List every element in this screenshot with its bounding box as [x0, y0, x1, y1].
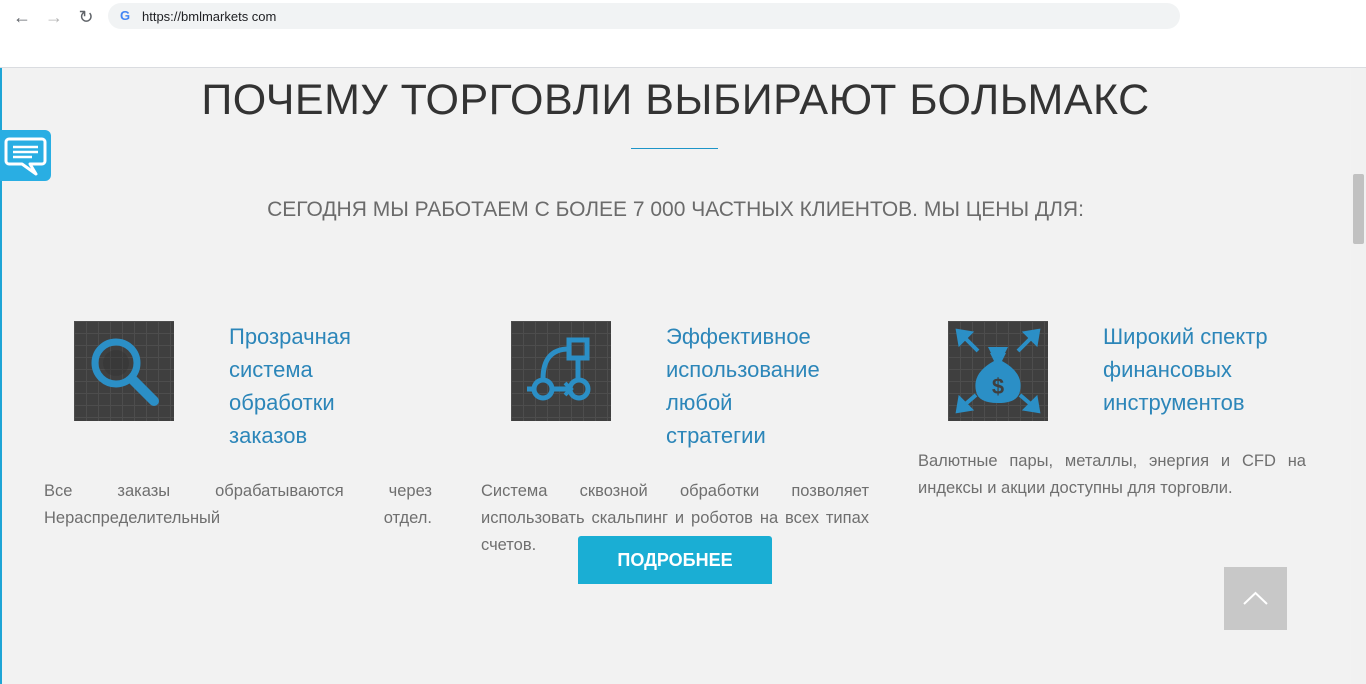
feature-card-transparent: Прозрачная система обработки заказов Все…	[44, 320, 434, 620]
scroll-to-top-button[interactable]	[1224, 567, 1287, 630]
reload-icon[interactable]: ↻	[74, 5, 98, 29]
chat-icon	[4, 137, 47, 176]
url-text[interactable]: https://bmlmarkets com	[142, 9, 276, 24]
scrollbar-thumb[interactable]	[1353, 174, 1364, 244]
feature-title: Широкий спектр финансовых инструментов	[1103, 324, 1268, 415]
browser-toolbar: ← → ↻ G https://bmlmarkets com	[0, 0, 1366, 68]
page-title: ПОЧЕМУ ТОРГОВЛИ ВЫБИРАЮТ БОЛЬМАКС	[201, 76, 1150, 124]
scrollbar[interactable]	[1351, 68, 1366, 684]
google-icon: G	[120, 8, 131, 23]
flowchart-icon	[511, 321, 611, 421]
feature-text-3: Валютные пары, металлы, энергия и CFD на…	[918, 452, 1306, 497]
feature-title: Эффективное использование любой стратеги…	[666, 324, 820, 448]
chat-button[interactable]	[0, 130, 51, 181]
page-content: ПОЧЕМУ ТОРГОВЛИ ВЫБИРАЮТ БОЛЬМАКС СЕГОДН…	[0, 68, 1351, 684]
feature-title: Прозрачная система обработки заказов	[229, 324, 351, 448]
back-icon[interactable]: ←	[10, 5, 34, 29]
page-subtitle: СЕГОДНЯ МЫ РАБОТАЕМ С БОЛЕЕ 7 000 ЧАСТНЫ…	[267, 198, 1084, 221]
money-bag-icon: $	[948, 321, 1048, 421]
more-button[interactable]: ПОДРОБНЕЕ	[578, 536, 772, 584]
magnifier-icon	[74, 321, 174, 421]
title-divider	[631, 148, 718, 149]
address-bar[interactable]: G https://bmlmarkets com	[108, 3, 1180, 29]
svg-text:$: $	[992, 374, 1004, 399]
chevron-up-icon	[1243, 591, 1268, 605]
feature-text-1: Все заказы обрабатываются через Нераспре…	[44, 482, 432, 527]
forward-icon[interactable]: →	[42, 5, 66, 29]
